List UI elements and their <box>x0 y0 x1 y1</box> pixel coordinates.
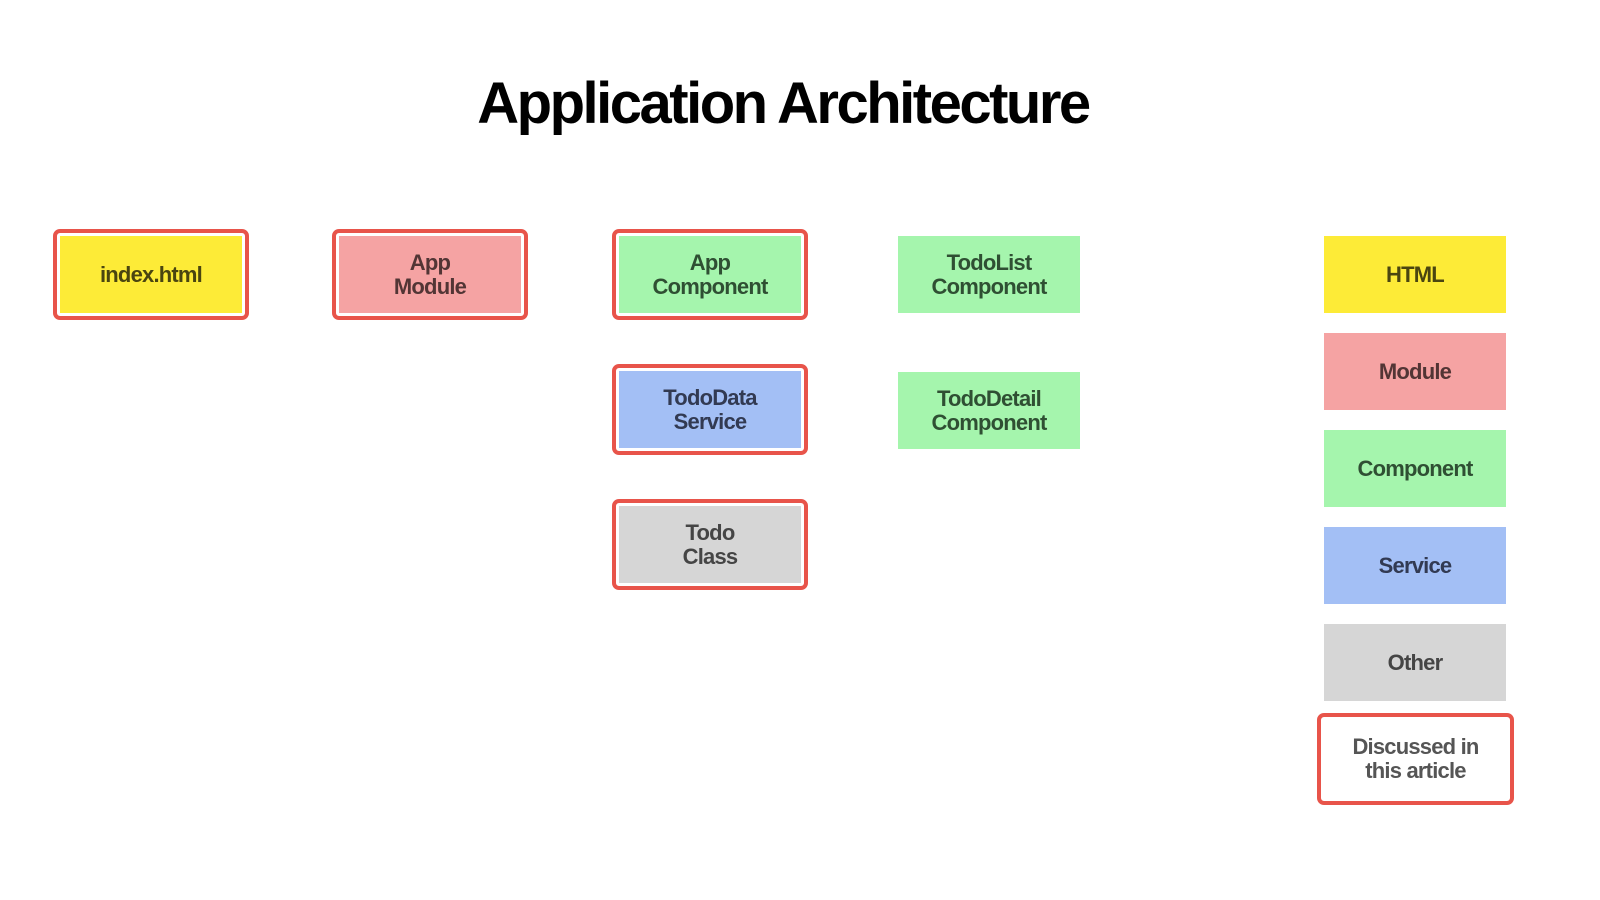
legend-item-component: Component <box>1324 430 1506 507</box>
legend-label: Component <box>1357 455 1473 481</box>
diagram-title: Application Architecture <box>477 71 1091 136</box>
node-index-html: index.html <box>53 229 249 320</box>
node-label: TodoData Service <box>663 384 757 434</box>
legend-label: Other <box>1387 649 1443 675</box>
node-label: App Module <box>393 249 467 299</box>
node-label: index.html <box>99 261 203 287</box>
node-tododata-service: TodoData Service <box>612 364 808 455</box>
node-todo-class: Todo Class <box>612 499 808 590</box>
node-label: App Component <box>652 249 768 299</box>
node-todolist-component: TodoList Component <box>898 236 1080 313</box>
legend-item-other: Other <box>1324 624 1506 701</box>
node-tododetail-component: TodoDetail Component <box>898 372 1080 449</box>
node-label: TodoDetail Component <box>931 385 1047 435</box>
node-fill: TodoData Service <box>619 371 801 448</box>
legend-label: Service <box>1378 552 1452 578</box>
legend-item-module: Module <box>1324 333 1506 410</box>
node-fill: App Module <box>339 236 521 313</box>
node-fill: Todo Class <box>619 506 801 583</box>
node-fill: index.html <box>60 236 242 313</box>
legend-item-html: HTML <box>1324 236 1506 313</box>
node-label: Todo Class <box>682 519 739 569</box>
node-app-module: App Module <box>332 229 528 320</box>
node-app-component: App Component <box>612 229 808 320</box>
legend-label: Module <box>1378 358 1452 384</box>
legend-item-discussed: Discussed in this article <box>1317 713 1514 805</box>
legend-label: HTML <box>1386 261 1445 287</box>
legend-item-service: Service <box>1324 527 1506 604</box>
legend-label: Discussed in this article <box>1352 734 1479 783</box>
node-label: TodoList Component <box>931 249 1047 299</box>
node-fill: App Component <box>619 236 801 313</box>
